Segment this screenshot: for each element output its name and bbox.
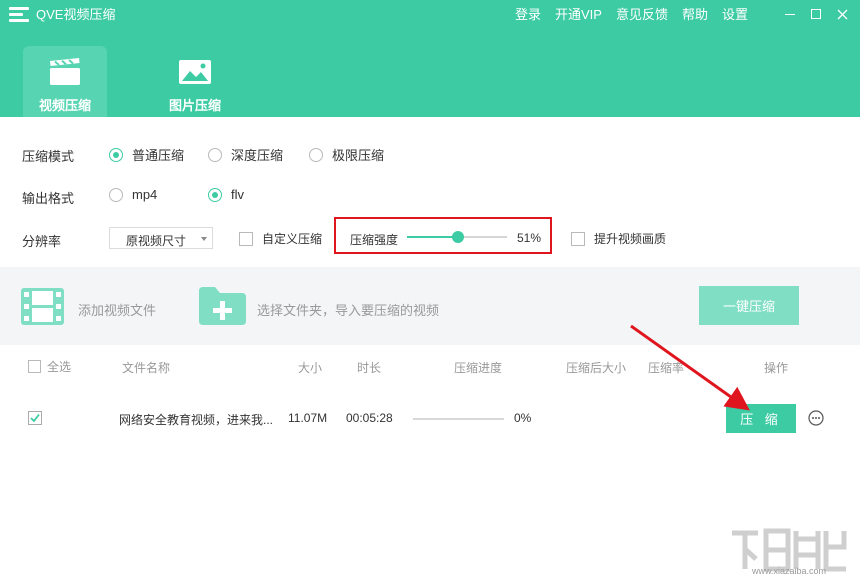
mode-deep-label: 深度压缩 [231, 148, 284, 163]
row-compress-button[interactable]: 压 缩 [726, 404, 796, 433]
format-flv-label: flv [231, 187, 244, 202]
progress-text: 0% [514, 411, 532, 425]
maximize-icon [811, 9, 821, 19]
chevron-down-icon [201, 237, 207, 241]
radio-circle [109, 187, 123, 202]
strength-label: 压缩强度 [350, 233, 399, 247]
select-all-label: 全选 [47, 360, 72, 374]
output-format-label: 输出格式 [22, 191, 75, 206]
enhance-quality-label: 提升视频画质 [594, 232, 667, 246]
custom-compress-label: 自定义压缩 [262, 232, 323, 246]
format-flv-radio[interactable]: flv [208, 187, 244, 202]
top-nav: 登录 开通VIP 意见反馈 帮助 设置 [515, 7, 748, 23]
checkbox-box [571, 231, 585, 246]
select-all-checkbox[interactable]: 全选 [28, 358, 71, 375]
tab-image-label: 图片压缩 [168, 98, 221, 113]
app-header: QVE视频压缩 登录 开通VIP 意见反馈 帮助 设置 视频压缩 图片压缩 [0, 0, 860, 117]
tab-video-label: 视频压缩 [38, 98, 91, 113]
mode-normal-radio[interactable]: 普通压缩 [109, 145, 184, 164]
add-folder-icon[interactable] [199, 287, 246, 325]
minimize-button[interactable] [777, 2, 803, 26]
resolution-select[interactable]: 原视频尺寸 [109, 227, 213, 249]
vip-link[interactable]: 开通VIP [555, 7, 602, 23]
custom-compress-checkbox[interactable]: 自定义压缩 [239, 230, 322, 247]
header-duration: 时长 [357, 361, 382, 375]
help-link[interactable]: 帮助 [682, 7, 708, 23]
app-title: QVE视频压缩 [36, 7, 116, 22]
file-size: 11.07M [288, 411, 328, 425]
header-progress: 压缩进度 [454, 361, 503, 375]
radio-circle [309, 147, 323, 162]
radio-circle [109, 147, 123, 162]
radio-circle [208, 147, 222, 162]
header-name: 文件名称 [122, 361, 171, 375]
tab-image-compress[interactable]: 图片压缩 [153, 46, 237, 117]
mode-deep-radio[interactable]: 深度压缩 [208, 145, 283, 164]
header-ratio: 压缩率 [648, 361, 684, 375]
minimize-icon [785, 13, 795, 15]
login-link[interactable]: 登录 [515, 7, 541, 23]
film-strip-icon[interactable] [21, 288, 64, 325]
compress-mode-label: 压缩模式 [22, 149, 75, 164]
enhance-quality-checkbox[interactable]: 提升视频画质 [571, 230, 666, 247]
checkbox-box [28, 360, 41, 373]
add-files-panel: 添加视频文件 选择文件夹，导入要压缩的视频 一键压缩 [0, 267, 860, 345]
row-checkbox[interactable] [28, 411, 42, 425]
close-button[interactable] [829, 2, 855, 26]
format-mp4-label: mp4 [132, 187, 158, 202]
resolution-value: 原视频尺寸 [126, 234, 187, 248]
radio-circle [208, 187, 222, 202]
app-logo-icon [9, 7, 29, 23]
checkbox-box [239, 231, 253, 246]
file-name: 网络安全教育视频，进来我... [119, 413, 274, 427]
format-mp4-radio[interactable]: mp4 [109, 187, 157, 202]
slider-fill [407, 236, 458, 238]
progress-bar [413, 418, 504, 420]
header-actions: 操作 [764, 361, 789, 375]
clapperboard-icon [50, 58, 80, 85]
resolution-label: 分辨率 [22, 234, 62, 249]
picture-icon [179, 60, 211, 84]
add-video-button[interactable]: 添加视频文件 [78, 300, 156, 319]
compress-all-button[interactable]: 一键压缩 [699, 286, 799, 325]
strength-slider[interactable] [407, 230, 507, 244]
watermark-url: www.xiazaiba.com [752, 566, 827, 576]
select-folder-button[interactable]: 选择文件夹，导入要压缩的视频 [257, 300, 439, 319]
checkmark-icon [30, 413, 40, 423]
slider-thumb[interactable] [452, 231, 464, 243]
more-options-icon[interactable] [808, 410, 824, 426]
strength-value: 51% [517, 231, 542, 245]
tab-video-compress[interactable]: 视频压缩 [23, 46, 107, 117]
settings-link[interactable]: 设置 [722, 7, 748, 23]
header-compressed-size: 压缩后大小 [566, 361, 627, 375]
maximize-button[interactable] [803, 2, 829, 26]
feedback-link[interactable]: 意见反馈 [616, 7, 668, 23]
close-icon [837, 9, 847, 19]
header-size: 大小 [298, 361, 323, 375]
mode-normal-label: 普通压缩 [132, 148, 185, 163]
mode-extreme-label: 极限压缩 [332, 148, 385, 163]
file-duration: 00:05:28 [346, 411, 393, 425]
mode-extreme-radio[interactable]: 极限压缩 [309, 145, 384, 164]
